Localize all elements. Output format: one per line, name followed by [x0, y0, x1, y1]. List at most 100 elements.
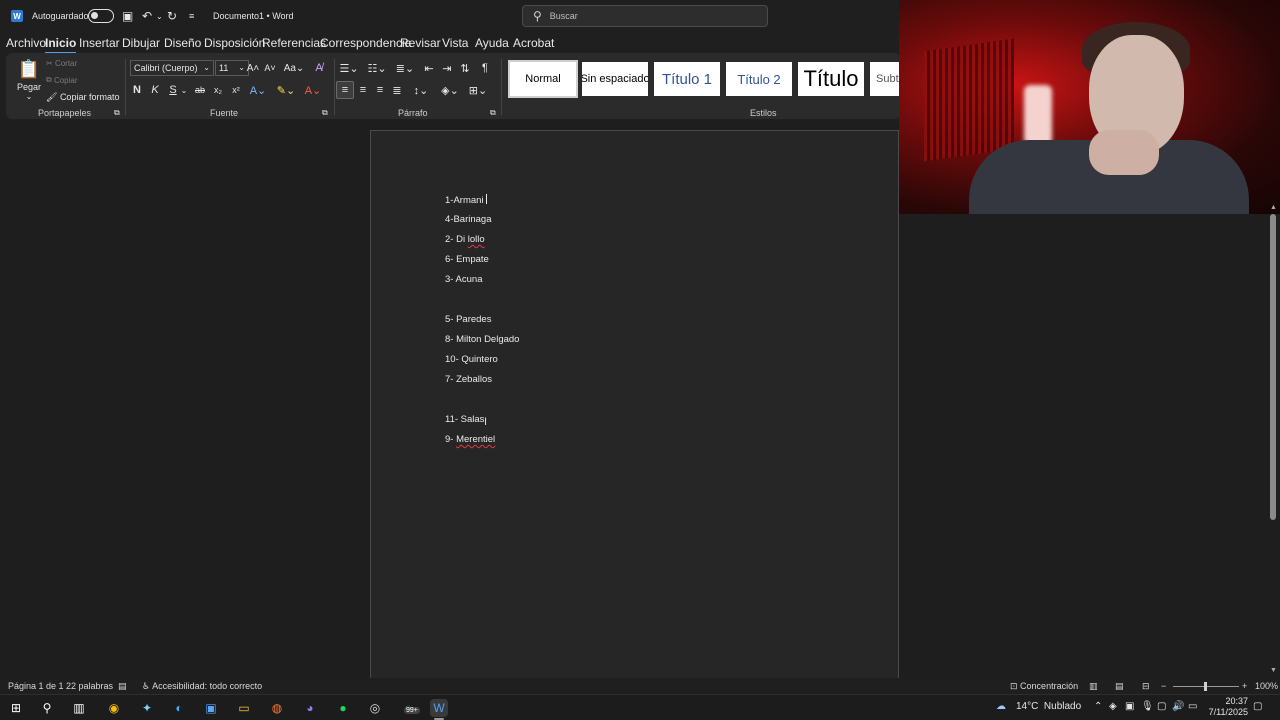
- zoom-slider-thumb[interactable]: [1204, 682, 1207, 691]
- volume-icon[interactable]: 🔊: [1172, 701, 1184, 712]
- subscript-button[interactable]: x₂: [210, 82, 226, 98]
- doc-line[interactable]: 1-Armani: [445, 194, 487, 206]
- proofing-icon[interactable]: ▤: [118, 681, 127, 692]
- edge-icon[interactable]: ◐: [170, 699, 188, 717]
- store-icon[interactable]: ▣: [202, 699, 220, 717]
- tab-disposicion[interactable]: Disposición: [204, 36, 265, 50]
- weather-widget[interactable]: 14°C Nublado: [1016, 701, 1081, 712]
- paste-icon[interactable]: 📋: [16, 57, 42, 81]
- scroll-up-icon[interactable]: ▲: [1270, 204, 1277, 211]
- clipboard-launcher-icon[interactable]: ⧉: [114, 108, 120, 118]
- spotify-icon[interactable]: ●: [334, 699, 352, 717]
- grow-font-button[interactable]: A˄: [246, 60, 260, 76]
- task-view-icon[interactable]: ▥: [70, 699, 88, 717]
- tab-diseno[interactable]: Diseño: [164, 36, 201, 50]
- zoom-out-button[interactable]: −: [1161, 681, 1166, 691]
- discord-icon[interactable]: ◕: [301, 699, 319, 717]
- web-layout-icon[interactable]: ⊟: [1142, 681, 1150, 692]
- save-icon[interactable]: ▣: [122, 0, 133, 32]
- tab-insertar[interactable]: Insertar: [79, 36, 120, 50]
- bold-button[interactable]: N: [130, 82, 144, 98]
- tray-app-icon[interactable]: ▢: [1157, 701, 1166, 712]
- style-heading-2[interactable]: Título 2: [726, 62, 792, 96]
- network-icon[interactable]: ▭: [1188, 701, 1197, 712]
- show-marks-icon[interactable]: ¶: [478, 60, 492, 76]
- paste-dropdown-icon[interactable]: ⌄: [22, 91, 36, 101]
- format-painter-button[interactable]: 🖌 Copiar formato: [46, 91, 119, 103]
- clock[interactable]: 20:37 7/11/2025: [1200, 696, 1248, 718]
- vertical-scrollbar[interactable]: [1270, 214, 1276, 520]
- shrink-font-button[interactable]: A˅: [263, 60, 277, 76]
- sort-icon[interactable]: ⇅: [458, 60, 472, 76]
- font-launcher-icon[interactable]: ⧉: [322, 108, 328, 118]
- zoom-level[interactable]: 100%: [1255, 681, 1278, 691]
- document-page[interactable]: [370, 130, 899, 680]
- obs-icon[interactable]: ◎: [366, 699, 384, 717]
- doc-line[interactable]: 7- Zeballos: [445, 374, 492, 385]
- doc-line[interactable]: 6- Empate: [445, 254, 489, 265]
- decrease-indent-icon[interactable]: ⇤: [422, 60, 436, 76]
- underline-dropdown-icon[interactable]: ⌄: [180, 82, 188, 98]
- doc-line[interactable]: 8- Milton Delgado: [445, 334, 519, 345]
- word-count[interactable]: 22 palabras: [66, 681, 113, 691]
- tray-app-icon[interactable]: ▣: [1125, 701, 1134, 712]
- numbering-icon[interactable]: ☷⌄: [366, 60, 388, 76]
- tab-archivo[interactable]: Archivo: [6, 36, 46, 50]
- word-taskbar-icon[interactable]: W: [430, 699, 448, 717]
- clear-format-icon[interactable]: A̸: [311, 60, 327, 76]
- search-input[interactable]: ⚲ Buscar: [522, 5, 768, 27]
- weather-icon[interactable]: ☁: [996, 701, 1006, 712]
- focus-mode-button[interactable]: ⊡ Concentración: [1010, 681, 1078, 692]
- autosave-toggle[interactable]: [88, 0, 114, 32]
- undo-icon[interactable]: ↶: [142, 0, 152, 32]
- style-title[interactable]: Título: [798, 62, 864, 96]
- copilot-icon[interactable]: ✦: [138, 699, 156, 717]
- doc-line[interactable]: 11- Salas: [445, 414, 484, 425]
- doc-line[interactable]: 4-Barinaga: [445, 214, 491, 225]
- text-effects-icon[interactable]: A⌄: [247, 82, 269, 98]
- show-hidden-icons[interactable]: ⌃: [1094, 701, 1102, 712]
- print-layout-icon[interactable]: ▤: [1115, 681, 1124, 692]
- tab-acrobat[interactable]: Acrobat: [513, 36, 554, 50]
- superscript-button[interactable]: x²: [228, 82, 244, 98]
- tab-correspondencia[interactable]: Correspondencia: [320, 36, 411, 50]
- align-left-icon[interactable]: ≡: [336, 81, 354, 99]
- customize-toolbar-icon[interactable]: ≡: [189, 0, 194, 32]
- multilevel-list-icon[interactable]: ≣⌄: [394, 60, 416, 76]
- style-heading-1[interactable]: Título 1: [654, 62, 720, 96]
- undo-dropdown-icon[interactable]: ⌄: [156, 0, 163, 32]
- tab-inicio[interactable]: Inicio: [45, 36, 77, 54]
- shading-icon[interactable]: ◈⌄: [438, 82, 462, 98]
- cut-button[interactable]: ✂ Cortar: [46, 57, 77, 69]
- doc-line[interactable]: 10- Quintero: [445, 354, 498, 365]
- tab-revisar[interactable]: Revisar: [400, 36, 441, 50]
- chrome-icon[interactable]: ◉: [105, 699, 123, 717]
- tab-vista[interactable]: Vista: [442, 36, 468, 50]
- zoom-in-button[interactable]: +: [1242, 681, 1247, 691]
- align-right-icon[interactable]: ≡: [373, 82, 387, 98]
- doc-line[interactable]: 5- Paredes: [445, 314, 491, 325]
- strikethrough-button[interactable]: ab: [192, 82, 208, 98]
- doc-line[interactable]: 2- Di lollo: [445, 234, 485, 245]
- firefox-icon[interactable]: ◍: [268, 699, 286, 717]
- accessibility-status[interactable]: ♿ Accesibilidad: todo correcto: [142, 681, 262, 692]
- font-name-select[interactable]: Calibri (Cuerpo) ⌄: [130, 60, 214, 76]
- font-color-icon[interactable]: A⌄: [302, 82, 324, 98]
- underline-button[interactable]: S: [166, 82, 180, 98]
- font-size-select[interactable]: 11 ⌄: [215, 60, 249, 76]
- microphone-icon[interactable]: 🎙: [1141, 701, 1154, 712]
- tab-referencias[interactable]: Referencias: [262, 36, 326, 50]
- file-explorer-icon[interactable]: ▭: [235, 699, 253, 717]
- change-case-button[interactable]: Aa ⌄: [282, 60, 306, 76]
- tab-dibujar[interactable]: Dibujar: [122, 36, 160, 50]
- tab-ayuda[interactable]: Ayuda: [475, 36, 509, 50]
- spelling-error[interactable]: Merentiel: [456, 434, 495, 445]
- scroll-down-icon[interactable]: ▼: [1270, 667, 1277, 674]
- align-center-icon[interactable]: ≡: [356, 82, 370, 98]
- paragraph-launcher-icon[interactable]: ⧉: [490, 108, 496, 118]
- spelling-error[interactable]: lollo: [468, 234, 485, 245]
- tray-app-icon[interactable]: ◈: [1109, 701, 1117, 712]
- copy-button[interactable]: ⧉ Copiar: [46, 74, 78, 86]
- read-mode-icon[interactable]: ▥: [1089, 681, 1098, 692]
- highlight-color-icon[interactable]: ✎⌄: [274, 82, 298, 98]
